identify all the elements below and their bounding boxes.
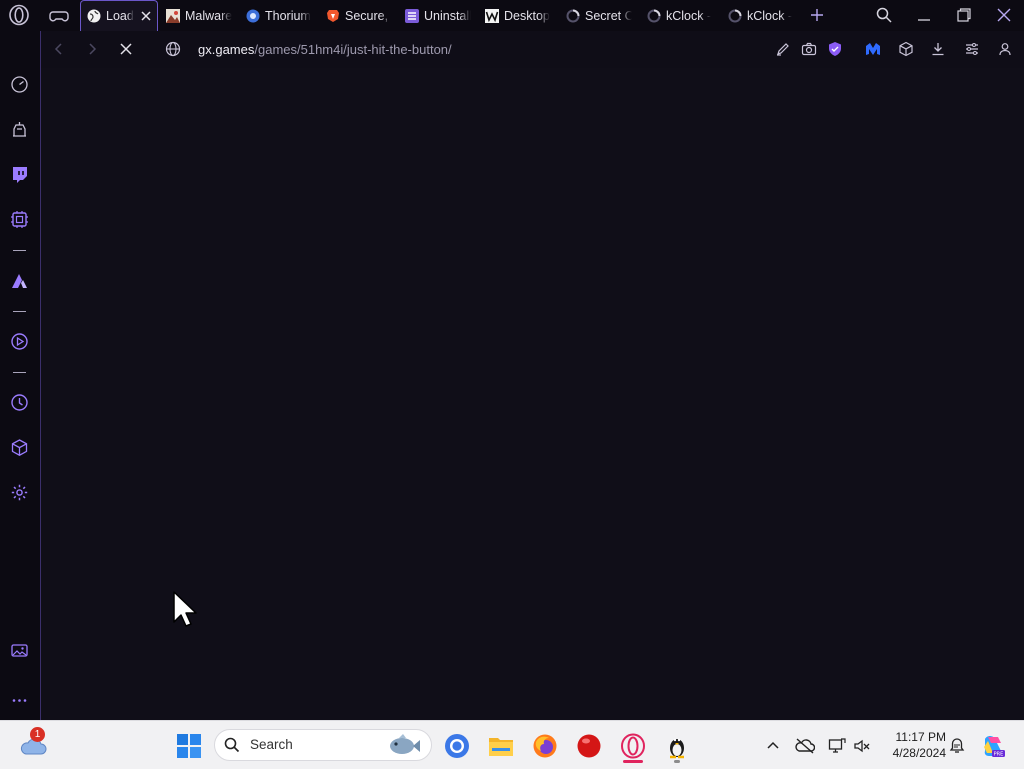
opera-gx-logo-icon[interactable] <box>8 4 30 26</box>
tab-label: Secure, P <box>345 8 392 23</box>
gx-corner-icon[interactable] <box>10 120 29 139</box>
system-clock[interactable]: 11:17 PM 4/28/2024 <box>880 729 946 761</box>
aria-ai-icon[interactable] <box>10 272 29 291</box>
red-orb-app-icon[interactable] <box>576 733 602 759</box>
windows-start-icon[interactable] <box>176 733 202 759</box>
download-icon[interactable] <box>930 41 946 57</box>
gamepad-icon[interactable] <box>48 6 70 26</box>
history-clock-icon[interactable] <box>10 393 29 412</box>
notification-badge: 1 <box>30 727 45 742</box>
new-tab-plus-icon[interactable] <box>808 6 826 24</box>
tux-running-indicator <box>674 760 680 763</box>
clock-date: 4/28/2024 <box>892 746 946 760</box>
sidebar <box>0 31 41 720</box>
linux-tux-icon[interactable] <box>664 733 690 759</box>
forward-icon[interactable] <box>84 41 100 57</box>
tab-kclock-1[interactable]: kClock - <box>647 0 713 31</box>
loading-spinner-icon <box>566 9 580 22</box>
thorium-favicon <box>246 9 260 22</box>
player-icon[interactable] <box>10 332 29 351</box>
clock-time: 11:17 PM <box>895 730 946 744</box>
tab-label: kClock - <box>747 8 793 23</box>
tab-active[interactable]: Load <box>80 0 158 31</box>
onedrive-offline-icon[interactable] <box>795 737 815 755</box>
loading-spinner-icon <box>647 9 661 22</box>
tab-label: Malware <box>185 8 232 23</box>
mouse-cursor-icon <box>173 591 197 627</box>
taskbar-search-box[interactable]: Search <box>214 729 432 761</box>
tab-malware[interactable]: Malware <box>166 0 232 31</box>
search-icon <box>224 737 240 753</box>
speed-dial-gauge-icon[interactable] <box>10 75 29 94</box>
sidebar-divider <box>13 250 26 251</box>
tab-strip: Load Malware Thorium Secure, P Uninstall… <box>0 0 1024 32</box>
show-hidden-icons-chevron-icon[interactable] <box>764 737 782 755</box>
loading-spinner-icon <box>728 9 742 22</box>
stop-loading-icon[interactable] <box>118 41 134 57</box>
opera-gx-taskbar-icon[interactable] <box>620 733 646 759</box>
close-window-icon[interactable] <box>995 6 1013 24</box>
windows-taskbar: 1 Search 11:17 PM 4/28/2024 PRE <box>0 720 1024 769</box>
address-field[interactable]: gx.games/games/51hm4i/just-hit-the-butto… <box>198 42 452 57</box>
search-highlight-fish-icon <box>390 734 420 754</box>
uninstall-favicon <box>405 8 419 23</box>
profile-icon[interactable] <box>997 41 1013 57</box>
network-monitor-icon[interactable] <box>828 737 846 755</box>
tab-desktop[interactable]: Desktop <box>485 0 551 31</box>
more-dots-icon[interactable] <box>10 691 29 710</box>
tab-brave[interactable]: Secure, P <box>326 0 392 31</box>
tab-label: Load <box>106 9 134 23</box>
tab-label: Uninstall <box>424 8 471 23</box>
firefox-icon[interactable] <box>532 733 558 759</box>
gx-control-chip-icon[interactable] <box>10 210 29 229</box>
svg-text:PRE: PRE <box>994 752 1004 758</box>
site-info-globe-icon[interactable] <box>165 41 181 57</box>
brave-favicon <box>327 9 339 22</box>
chromium-browser-icon[interactable] <box>444 733 470 759</box>
shield-icon[interactable] <box>827 41 843 57</box>
sidebar-divider <box>13 311 26 312</box>
minimize-icon[interactable] <box>915 6 933 24</box>
tab-thorium[interactable]: Thorium <box>246 0 312 31</box>
tab-label: Thorium <box>265 8 311 23</box>
malware-favicon <box>166 8 180 23</box>
restore-icon[interactable] <box>955 6 973 24</box>
url-host: gx.games <box>198 42 255 57</box>
malwarebytes-extension-icon[interactable] <box>865 41 881 57</box>
edit-icon[interactable] <box>775 41 791 57</box>
speaker-muted-icon[interactable] <box>853 737 871 755</box>
url-path: /games/51hm4i/just-hit-the-button/ <box>254 42 452 57</box>
tab-label: Secret C <box>585 8 632 23</box>
twitch-icon[interactable] <box>10 165 29 184</box>
w-favicon <box>485 8 499 23</box>
sidebar-divider <box>13 372 26 373</box>
file-explorer-icon[interactable] <box>488 733 514 759</box>
opera-active-indicator <box>623 760 643 763</box>
gallery-image-icon[interactable] <box>10 641 29 660</box>
easy-setup-sliders-icon[interactable] <box>964 41 980 57</box>
tab-kclock-2[interactable]: kClock - <box>728 0 794 31</box>
globe-icon <box>87 9 101 23</box>
settings-gear-icon[interactable] <box>10 483 29 502</box>
search-placeholder: Search <box>250 737 293 752</box>
cube-extensions-icon[interactable] <box>898 41 914 57</box>
address-toolbar: gx.games/games/51hm4i/just-hit-the-butto… <box>41 31 1024 68</box>
tab-label: Desktop <box>504 8 550 23</box>
notification-bell-icon[interactable] <box>948 737 966 755</box>
tab-close-icon[interactable] <box>140 10 152 22</box>
back-icon[interactable] <box>51 41 67 57</box>
search-tabs-icon[interactable] <box>875 6 893 24</box>
copilot-pre-icon[interactable]: PRE <box>980 733 1006 759</box>
tab-label: kClock - <box>666 8 712 23</box>
tab-secret[interactable]: Secret C <box>566 0 632 31</box>
tab-uninstall[interactable]: Uninstall <box>405 0 471 31</box>
extensions-cube-icon[interactable] <box>10 438 29 457</box>
camera-icon[interactable] <box>801 41 817 57</box>
